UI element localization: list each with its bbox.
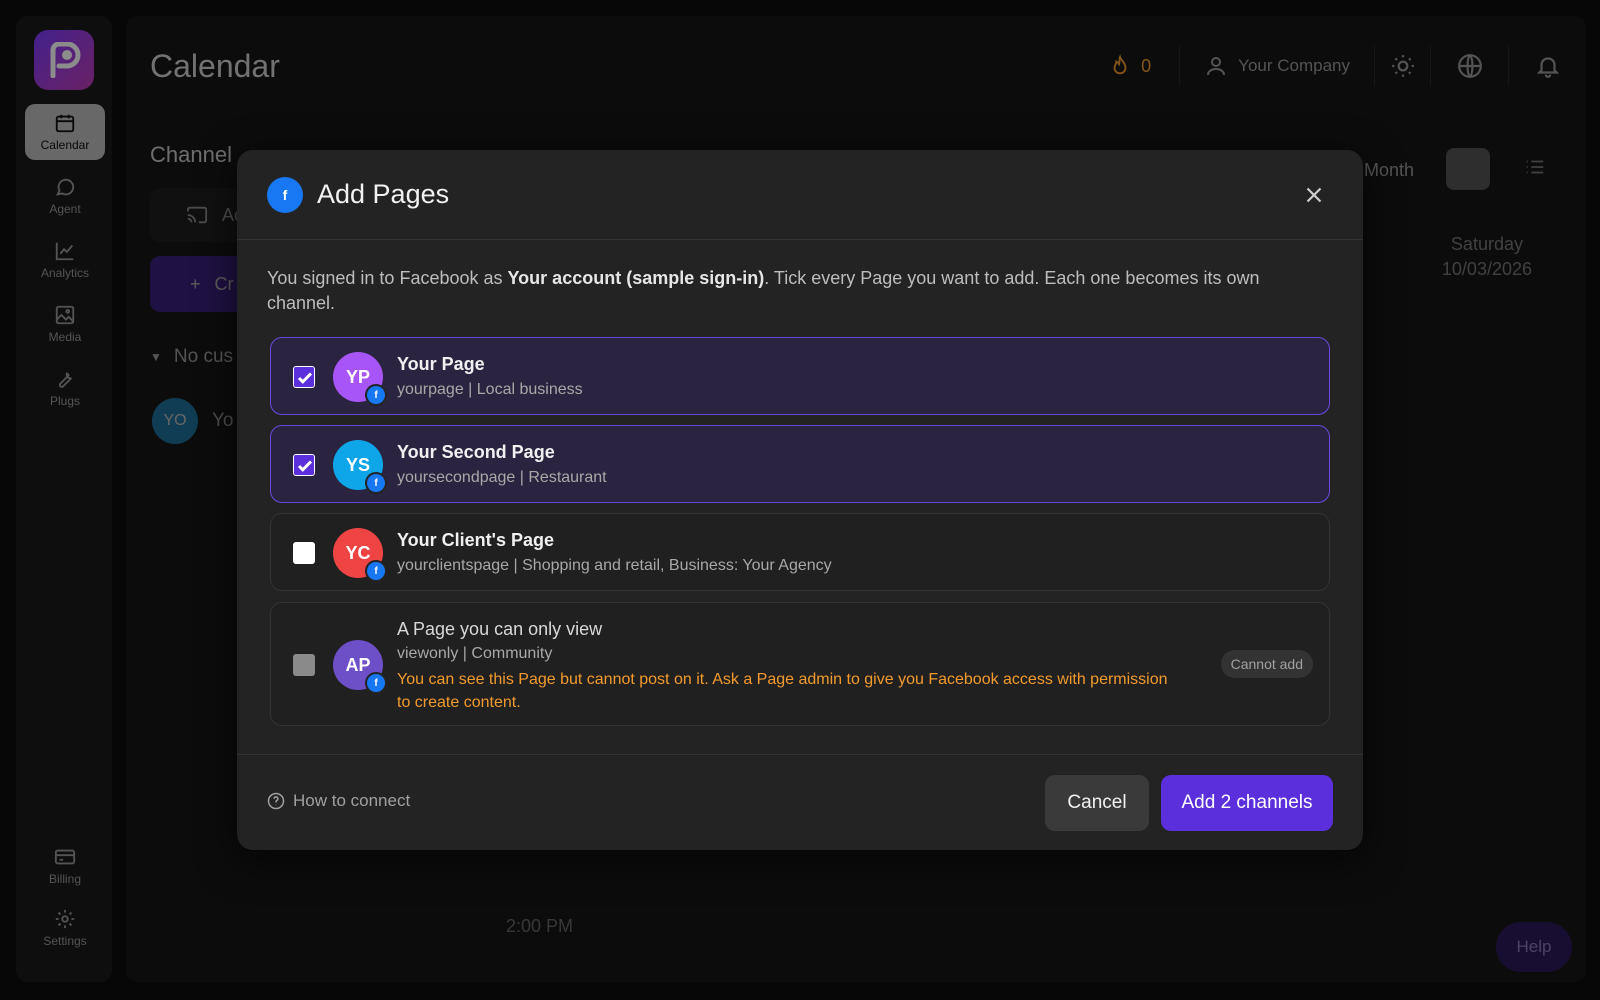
how-to-connect-label: How to connect (293, 791, 411, 810)
avatar-initials: YS (345, 454, 370, 475)
facebook-icon: f (365, 672, 387, 694)
cancel-button[interactable]: Cancel (1045, 775, 1149, 831)
avatar-initials: YP (345, 366, 370, 387)
facebook-icon: f (365, 560, 387, 582)
page-row-disabled: AP f A Page you can only view viewonly |… (270, 602, 1330, 726)
page-name: Your Client's Page (397, 530, 554, 550)
account-name: Your account (sample sign-in) (507, 268, 765, 288)
how-to-connect-link[interactable]: How to connect (267, 791, 410, 811)
page-checkbox[interactable] (293, 542, 315, 564)
dialog-footer: How to connect Cancel Add 2 channels (237, 754, 1363, 850)
add-channels-button[interactable]: Add 2 channels (1161, 775, 1333, 831)
cannot-add-badge: Cannot add (1220, 650, 1313, 678)
add-pages-dialog: f Add Pages You signed in to Facebook as… (237, 150, 1363, 850)
dialog-title: Add Pages (317, 179, 450, 209)
page-subtitle: viewonly | Community (397, 645, 553, 662)
avatar-initials: YC (345, 542, 371, 563)
page-row[interactable]: YS f Your Second Page yoursecondpage | R… (270, 425, 1330, 503)
avatar-initials: AP (345, 654, 371, 675)
page-checkbox[interactable] (293, 454, 315, 476)
check-icon (297, 372, 313, 384)
page-subtitle: yourclientspage | Shopping and retail, B… (397, 557, 832, 574)
facebook-icon: f (267, 176, 303, 213)
page-checkbox[interactable] (293, 366, 315, 388)
page-avatar: YC f (333, 528, 387, 582)
page-avatar: AP f (333, 640, 387, 694)
facebook-icon: f (365, 384, 387, 406)
close-button[interactable] (1301, 182, 1327, 208)
page-name: A Page you can only view (397, 619, 603, 639)
dialog-header: f Add Pages (237, 150, 1363, 240)
app: Calendar Agent Analytics Media Plugs Bil… (0, 0, 1600, 1000)
page-subtitle: yoursecondpage | Restaurant (397, 469, 607, 486)
page-row[interactable]: YP f Your Page yourpage | Local business (270, 337, 1330, 415)
page-subtitle: yourpage | Local business (397, 381, 583, 398)
page-name: Your Second Page (397, 442, 555, 462)
permission-warning: You can see this Page but cannot post on… (397, 671, 1168, 711)
close-icon (1306, 187, 1322, 203)
intro-prefix: You signed in to Facebook as (267, 268, 508, 288)
help-circle-icon (267, 792, 285, 810)
facebook-icon: f (365, 472, 387, 494)
dialog-intro: You signed in to Facebook as Your accoun… (267, 266, 1277, 316)
check-icon (297, 460, 313, 472)
page-avatar: YS f (333, 440, 387, 494)
page-checkbox-disabled (293, 654, 315, 676)
page-row[interactable]: YC f Your Client's Page yourclientspage … (270, 513, 1330, 591)
page-name: Your Page (397, 354, 485, 374)
page-avatar: YP f (333, 352, 387, 406)
